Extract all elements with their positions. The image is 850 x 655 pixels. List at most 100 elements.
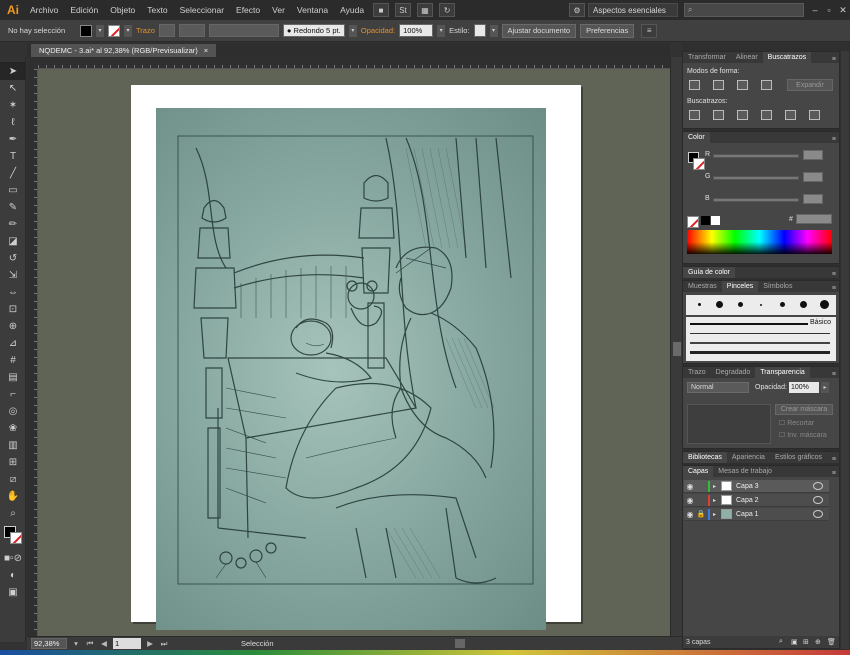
selection-tool-icon[interactable]: ➤ (0, 63, 26, 80)
layer-row[interactable]: ◉ ▸ Capa 3 (684, 480, 829, 493)
document-setup-button[interactable]: Ajustar documento (501, 23, 577, 38)
layer-target-icon[interactable] (813, 482, 823, 490)
stroke-color-icon[interactable] (10, 532, 22, 544)
tab-symbols[interactable]: Símbolos (758, 281, 797, 292)
expand-layer-icon[interactable]: ▸ (713, 497, 721, 504)
brush-6pt[interactable] (800, 301, 807, 308)
brush-5pt[interactable] (716, 301, 723, 308)
artboard-icon[interactable]: ⊞ (0, 454, 26, 471)
tab-artboards[interactable]: Mesas de trabajo (713, 466, 777, 477)
layer-name[interactable]: Capa 2 (736, 497, 813, 504)
opacity-dropdown[interactable]: ▾ (437, 24, 446, 37)
scale-icon[interactable]: ⇲ (0, 267, 26, 284)
layer-target-icon[interactable] (813, 510, 823, 518)
slice-icon[interactable]: ⧄ (0, 471, 26, 488)
g-value[interactable] (803, 172, 823, 182)
stroke-color-icon[interactable] (693, 158, 705, 170)
vertical-scrollbar[interactable] (670, 57, 682, 636)
r-slider[interactable] (713, 154, 799, 158)
first-artboard-icon[interactable]: ⏮ (85, 639, 95, 649)
artboard-number-field[interactable]: 1 (113, 638, 141, 649)
perspective-icon[interactable]: ⊿ (0, 335, 26, 352)
expand-layer-icon[interactable]: ▸ (713, 511, 721, 518)
zoom-icon[interactable]: ⌕ (0, 505, 26, 522)
stroke-label[interactable]: Trazo (136, 26, 155, 35)
mesh-icon[interactable]: # (0, 352, 26, 369)
expand-button[interactable]: Expandir (787, 79, 833, 91)
tab-transparency[interactable]: Transparencia (755, 367, 810, 378)
visibility-eye-icon[interactable]: ◉ (684, 482, 696, 491)
layer-row[interactable]: ◉ 🔒 ▸ Capa 1 (684, 508, 829, 521)
vertical-ruler[interactable] (27, 69, 38, 636)
tab-pathfinder[interactable]: Buscatrazos (762, 52, 812, 63)
paintbrush-icon[interactable]: ✎ (0, 199, 26, 216)
crop-icon[interactable] (761, 110, 772, 120)
blend-icon[interactable]: ◎ (0, 403, 26, 420)
tab-layers[interactable]: Capas (683, 466, 714, 477)
ruler-corner[interactable] (27, 57, 38, 69)
color-spectrum[interactable] (687, 230, 832, 254)
brush-05pt[interactable] (760, 304, 762, 306)
zoom-field[interactable]: 92,38% (31, 638, 67, 649)
eyedropper-icon[interactable]: ⌐ (0, 386, 26, 403)
menu-objeto[interactable]: Objeto (104, 5, 141, 15)
tab-stroke[interactable]: Trazo (683, 367, 711, 378)
brush-3pt-b[interactable] (780, 302, 785, 307)
stroke-weight-field[interactable] (158, 24, 175, 37)
expand-layer-icon[interactable]: ▸ (713, 483, 721, 490)
maximize-button[interactable]: ▫ (822, 5, 836, 15)
variable-width-profile[interactable] (178, 24, 205, 37)
menu-efecto[interactable]: Efecto (230, 5, 266, 15)
none-color-icon[interactable] (687, 216, 699, 228)
fill-stroke-control[interactable] (0, 522, 25, 550)
tab-align[interactable]: Alinear (731, 52, 763, 63)
workspace-switcher[interactable]: Aspectos esenciales (588, 3, 678, 17)
clip-checkbox[interactable]: ☐ Recortar (779, 419, 814, 427)
tab-transform[interactable]: Transformar (683, 52, 731, 63)
transparency-opacity-dropdown[interactable]: ▸ (821, 382, 829, 393)
magic-wand-icon[interactable]: ✶ (0, 97, 26, 114)
direct-selection-icon[interactable]: ↖ (0, 80, 26, 97)
tab-graphic-styles[interactable]: Estilos gráficos (770, 452, 827, 463)
visibility-eye-icon[interactable]: ◉ (684, 496, 696, 505)
exclude-icon[interactable] (761, 80, 772, 90)
brush-stroke-4[interactable] (690, 351, 830, 354)
transparency-menu-icon[interactable]: ≡ (832, 371, 839, 378)
brush-stroke-3[interactable] (690, 342, 830, 344)
tab-appearance[interactable]: Apariencia (727, 452, 770, 463)
b-value[interactable] (803, 194, 823, 204)
sync-settings-icon[interactable]: ⚙ (569, 3, 585, 17)
close-tab-icon[interactable]: × (204, 46, 208, 55)
outline-icon[interactable] (785, 110, 796, 120)
help-search-input[interactable]: ⌕ (684, 3, 804, 17)
stock-icon[interactable]: St (395, 3, 412, 17)
horizontal-scroll-thumb[interactable] (455, 639, 465, 648)
divide-icon[interactable] (689, 110, 700, 120)
brush-10pt[interactable] (820, 300, 829, 309)
menu-ayuda[interactable]: Ayuda (334, 5, 370, 15)
tab-color-guide[interactable]: Guía de color (683, 267, 736, 278)
transparency-opacity-field[interactable]: 100% (789, 382, 819, 393)
create-sublayer-icon[interactable]: ⊞ (803, 638, 815, 646)
fill-swatch[interactable] (80, 24, 92, 37)
stroke-dropdown[interactable]: ▾ (124, 24, 132, 37)
panel-menu-icon[interactable]: ≡ (832, 56, 839, 63)
brush-3pt[interactable] (738, 302, 743, 307)
color-mode-icons[interactable]: ■▫⊘ (0, 550, 26, 567)
make-clipping-mask-icon[interactable]: ▣ (791, 638, 803, 646)
eraser-icon[interactable]: ◪ (0, 233, 26, 250)
trim-icon[interactable] (713, 110, 724, 120)
libraries-menu-icon[interactable]: ≡ (832, 456, 839, 463)
color-panel-menu-icon[interactable]: ≡ (832, 136, 839, 143)
layer-target-icon[interactable] (813, 496, 823, 504)
lasso-icon[interactable]: ℓ (0, 114, 26, 131)
close-window-button[interactable]: ✕ (836, 5, 850, 16)
bridge-icon[interactable]: ■ (373, 3, 390, 17)
screen-mode-icon[interactable]: ▣ (0, 584, 26, 601)
unite-icon[interactable] (689, 80, 700, 90)
type-icon[interactable]: T (0, 148, 26, 165)
layers-menu-icon[interactable]: ≡ (832, 470, 839, 477)
shape-builder-icon[interactable]: ⊕ (0, 318, 26, 335)
tab-swatches[interactable]: Muestras (683, 281, 722, 292)
color-guide-menu-icon[interactable]: ≡ (832, 271, 839, 278)
